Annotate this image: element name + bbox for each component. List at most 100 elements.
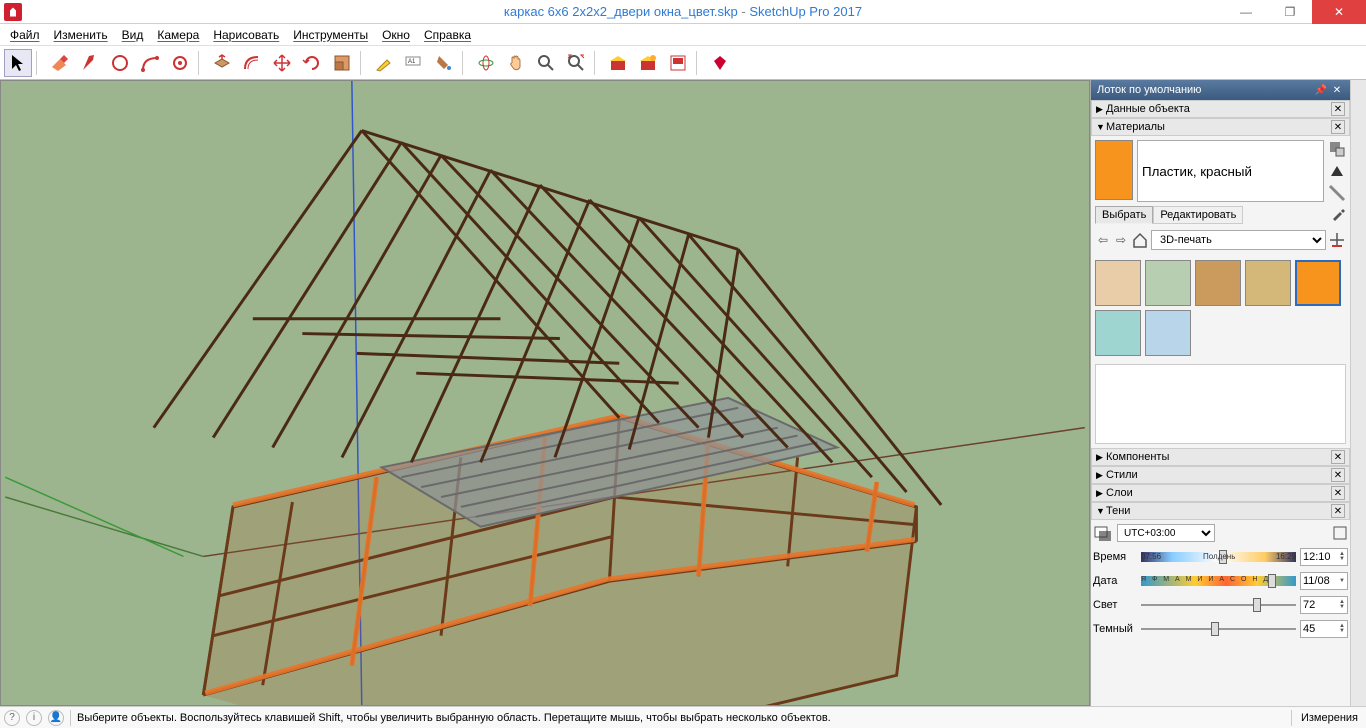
home-icon[interactable] (1131, 231, 1149, 249)
pin-icon[interactable]: 📌 (1314, 83, 1328, 97)
rectangle-tool[interactable] (136, 49, 164, 77)
section-close-icon[interactable]: ✕ (1331, 102, 1345, 116)
minimize-button[interactable]: — (1224, 0, 1268, 24)
tab-select[interactable]: Выбрать (1095, 206, 1153, 224)
material-library-select[interactable]: 3D-печать (1151, 230, 1326, 250)
light-slider[interactable] (1141, 597, 1296, 613)
eyedropper-icon[interactable] (1330, 206, 1346, 222)
materials-panel: Выбрать Редактировать ⇦ ⇨ 3D-печать (1091, 136, 1350, 448)
current-material-swatch[interactable] (1095, 140, 1133, 200)
section-styles[interactable]: ▶Стили ✕ (1091, 466, 1350, 484)
layout-tool[interactable] (664, 49, 692, 77)
panel-scrollbar[interactable] (1350, 80, 1366, 706)
pan-tool[interactable] (502, 49, 530, 77)
text-tool[interactable]: A1 (400, 49, 428, 77)
material-swatch[interactable] (1145, 260, 1191, 306)
dark-value[interactable]: 45▲▼ (1300, 620, 1348, 638)
offset-tool[interactable] (238, 49, 266, 77)
time-label: Время (1093, 551, 1137, 563)
info-icon[interactable]: i (26, 710, 42, 726)
menu-help[interactable]: Справка (418, 26, 477, 44)
section-layers[interactable]: ▶Слои ✕ (1091, 484, 1350, 502)
maximize-button[interactable]: ❐ (1268, 0, 1312, 24)
toolbar: A1 (0, 46, 1366, 80)
zoom-extents-tool[interactable] (562, 49, 590, 77)
dark-label: Темный (1093, 623, 1137, 635)
window-title: каркас 6x6 2x2x2_двери окна_цвет.skp - S… (504, 4, 862, 19)
zoom-tool[interactable] (532, 49, 560, 77)
details-icon[interactable] (1328, 231, 1346, 249)
section-shadows[interactable]: ▼Тени ✕ (1091, 502, 1350, 520)
move-tool[interactable] (268, 49, 296, 77)
material-name-input[interactable] (1137, 140, 1324, 202)
user-icon[interactable]: 👤 (48, 710, 64, 726)
timezone-select[interactable]: UTC+03:00 (1117, 524, 1215, 542)
light-label: Свет (1093, 599, 1137, 611)
menu-camera[interactable]: Камера (151, 26, 205, 44)
nav-back-icon[interactable]: ⇦ (1095, 232, 1111, 248)
help-icon[interactable]: ? (4, 710, 20, 726)
shadow-toggle-icon[interactable] (1093, 524, 1113, 542)
menu-window[interactable]: Окно (376, 26, 416, 44)
section-entity-info[interactable]: ▶Данные объекта ✕ (1091, 100, 1350, 118)
material-swatch[interactable] (1195, 260, 1241, 306)
rotate-tool[interactable] (298, 49, 326, 77)
section-close-icon[interactable]: ✕ (1331, 468, 1345, 482)
arc-tool[interactable] (106, 49, 134, 77)
tray-close-icon[interactable]: ✕ (1330, 83, 1344, 97)
right-panel: Лоток по умолчанию 📌 ✕ ▶Данные объекта ✕… (1090, 80, 1350, 706)
status-hint: Выберите объекты. Воспользуйтесь клавише… (77, 712, 831, 724)
warehouse-tool[interactable] (604, 49, 632, 77)
line-tool[interactable] (76, 49, 104, 77)
date-label: Дата (1093, 575, 1137, 587)
extension-tool[interactable] (634, 49, 662, 77)
dark-slider[interactable] (1141, 621, 1296, 637)
nav-fwd-icon[interactable]: ⇨ (1113, 232, 1129, 248)
tab-edit[interactable]: Редактировать (1153, 206, 1243, 224)
measurements-label: Измерения (1287, 710, 1362, 726)
material-list-area[interactable] (1095, 364, 1346, 444)
time-slider[interactable]: 07:56 Полдень 16:29 (1141, 549, 1296, 565)
menu-view[interactable]: Вид (116, 26, 150, 44)
circle-tool[interactable] (166, 49, 194, 77)
section-close-icon[interactable]: ✕ (1331, 450, 1345, 464)
menu-draw[interactable]: Нарисовать (207, 26, 285, 44)
close-button[interactable]: ✕ (1312, 0, 1366, 24)
app-icon (4, 3, 22, 21)
section-materials[interactable]: ▼Материалы ✕ (1091, 118, 1350, 136)
date-value[interactable]: 11/08▼ (1300, 572, 1348, 590)
date-slider[interactable]: Я Ф М А М И И А С О Н Д (1141, 573, 1296, 589)
menubar: Файл Изменить Вид Камера Нарисовать Инст… (0, 24, 1366, 46)
titlebar: каркас 6x6 2x2x2_двери окна_цвет.skp - S… (0, 0, 1366, 24)
material-swatch[interactable] (1145, 310, 1191, 356)
material-swatch[interactable] (1295, 260, 1341, 306)
shadow-settings-icon[interactable] (1332, 525, 1348, 541)
section-close-icon[interactable]: ✕ (1331, 504, 1345, 518)
material-swatch[interactable] (1095, 310, 1141, 356)
time-value[interactable]: 12:10▲▼ (1300, 548, 1348, 566)
section-components[interactable]: ▶Компоненты ✕ (1091, 448, 1350, 466)
select-tool[interactable] (4, 49, 32, 77)
back-front-icon[interactable] (1328, 184, 1346, 202)
shadows-panel: UTC+03:00 Время 07:56 Полдень 16:29 12:1… (1091, 520, 1350, 642)
light-value[interactable]: 72▲▼ (1300, 596, 1348, 614)
section-close-icon[interactable]: ✕ (1331, 486, 1345, 500)
material-swatch[interactable] (1245, 260, 1291, 306)
pushpull-tool[interactable] (208, 49, 236, 77)
tray-header[interactable]: Лоток по умолчанию 📌 ✕ (1091, 80, 1350, 100)
eraser-tool[interactable] (46, 49, 74, 77)
material-swatches (1095, 256, 1346, 360)
scale-tool[interactable] (328, 49, 356, 77)
menu-edit[interactable]: Изменить (48, 26, 114, 44)
tape-tool[interactable] (370, 49, 398, 77)
material-swatch[interactable] (1095, 260, 1141, 306)
paint-tool[interactable] (430, 49, 458, 77)
orbit-tool[interactable] (472, 49, 500, 77)
set-default-icon[interactable] (1328, 162, 1346, 180)
menu-file[interactable]: Файл (4, 26, 46, 44)
section-close-icon[interactable]: ✕ (1331, 120, 1345, 134)
menu-tools[interactable]: Инструменты (287, 26, 374, 44)
create-material-icon[interactable] (1328, 140, 1346, 158)
viewport-3d[interactable] (0, 80, 1090, 706)
ruby-tool[interactable] (706, 49, 734, 77)
